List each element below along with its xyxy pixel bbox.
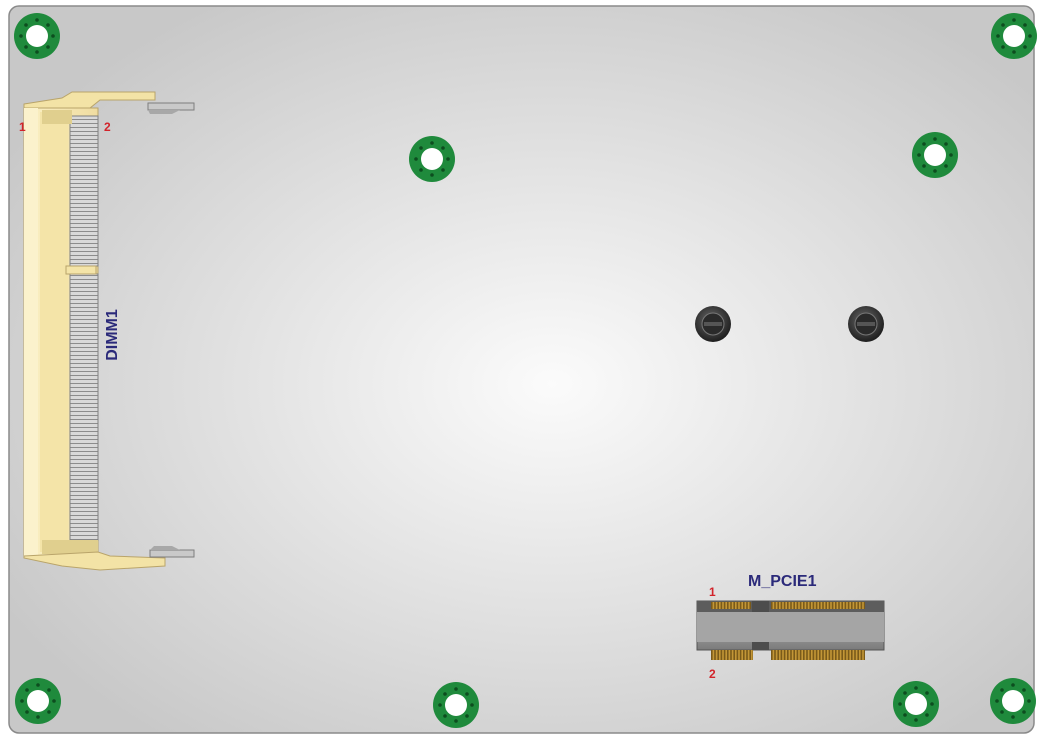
dimm1-pin1-label: 1 [19,120,26,134]
motherboard-layout [8,5,1037,734]
m-pcie1-pin2-label: 2 [709,667,716,681]
standoff-right [848,306,884,342]
m-pcie1-label: M_PCIE1 [748,573,817,590]
mount-hole-top-right [991,13,1037,59]
mount-hole-bottom-right-1 [893,681,939,727]
dimm1-pin2-label: 2 [104,120,111,134]
mount-hole-bottom-center [433,682,479,728]
dimm1-label: DIMM1 [104,309,121,361]
m-pcie1-slot [696,600,885,660]
mount-hole-inner-right [912,132,958,178]
mount-hole-top-left [14,13,60,59]
mount-hole-bottom-left [15,678,61,724]
m-pcie1-pin1-label: 1 [709,585,716,599]
mount-hole-bottom-right-2 [990,678,1036,724]
mount-hole-inner-left [409,136,455,182]
standoff-left [695,306,731,342]
